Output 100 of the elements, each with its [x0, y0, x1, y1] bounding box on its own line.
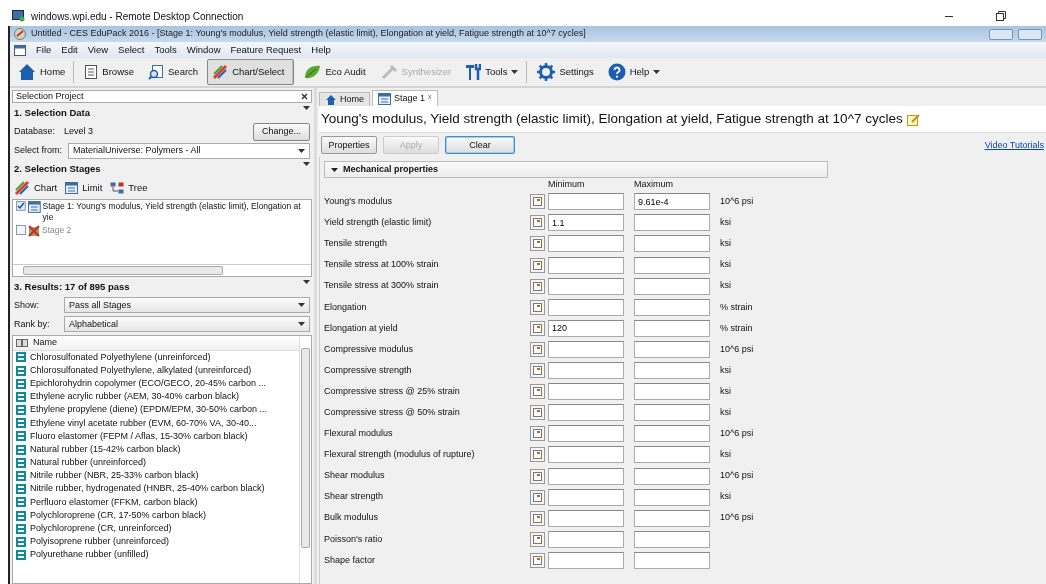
chart-picker-button[interactable]: [530, 489, 545, 505]
minimum-field[interactable]: 1.1: [548, 214, 624, 232]
minimize-button[interactable]: [989, 28, 1013, 40]
maximum-field[interactable]: [634, 340, 710, 358]
chart-picker-button[interactable]: [530, 299, 545, 315]
result-item[interactable]: Chlorosulfonated Polyethylene, alkylated (unreinforced): [30, 363, 252, 378]
menu-item[interactable]: Tools: [154, 42, 177, 58]
maximum-field[interactable]: [634, 509, 710, 527]
horizontal-scrollbar[interactable]: [13, 263, 311, 276]
chart-picker-button[interactable]: [530, 194, 545, 210]
minimum-field[interactable]: [548, 235, 624, 253]
minimum-field[interactable]: [548, 362, 624, 380]
result-item[interactable]: Ethylene acrylic rubber (AEM, 30-40% carbon black): [30, 390, 240, 404]
minimum-field[interactable]: [548, 298, 624, 316]
maximum-field[interactable]: 9.61e-4: [634, 193, 710, 211]
chart-picker-button[interactable]: [530, 552, 545, 568]
minimum-field[interactable]: [548, 404, 624, 422]
result-item[interactable]: Ethylene vinyl acetate rubber (EVM, 60-70% VA, 30-40...: [30, 416, 257, 431]
minimum-field[interactable]: [548, 467, 624, 485]
minimum-field[interactable]: [548, 425, 624, 443]
dropdown[interactable]: Pass all Stages: [64, 297, 310, 314]
chart-picker-button[interactable]: [530, 510, 545, 526]
change-button[interactable]: Change...: [252, 123, 310, 141]
result-item[interactable]: Chlorosulfonated Polyethylene (unreinforced): [30, 350, 211, 365]
chart-picker-button[interactable]: [530, 278, 545, 294]
restore-button[interactable]: [1018, 28, 1042, 40]
minimum-field[interactable]: [548, 340, 624, 358]
maximum-field[interactable]: [634, 277, 710, 295]
minimum-field[interactable]: [548, 530, 624, 548]
chart-picker-button[interactable]: [530, 531, 545, 547]
minimum-field[interactable]: [548, 277, 624, 295]
section-header[interactable]: Mechanical properties: [324, 161, 828, 179]
chart-picker-button[interactable]: [530, 363, 545, 379]
result-item[interactable]: Natural rubber (15-42% carbon black): [30, 442, 181, 457]
chart-picker-button[interactable]: [530, 447, 545, 463]
toolbar-button[interactable]: Search: [143, 59, 204, 85]
chart-picker-button[interactable]: [530, 341, 545, 357]
maximum-field[interactable]: [634, 256, 710, 274]
result-item[interactable]: Fluoro elastomer (FEPM / Aflas, 15-30% carbon black): [30, 429, 248, 444]
toolbar-button[interactable]: Eco Audit: [298, 59, 371, 85]
menu-item[interactable]: View: [87, 42, 109, 58]
tab[interactable]: Home: [319, 92, 370, 106]
minimum-field[interactable]: [548, 551, 624, 569]
vertical-scrollbar[interactable]: [299, 335, 311, 583]
maximum-field[interactable]: [634, 467, 710, 485]
maximum-field[interactable]: [634, 446, 710, 464]
maximum-field[interactable]: [634, 235, 710, 253]
maximum-field[interactable]: [634, 383, 710, 401]
maximum-field[interactable]: [634, 362, 710, 380]
result-item[interactable]: Polychloroprene (CR, 17-50% carbon black): [30, 508, 207, 523]
toolbar-button[interactable]: Browse: [79, 59, 140, 85]
chart-picker-button[interactable]: [530, 468, 545, 484]
action-button[interactable]: Clear: [445, 136, 515, 155]
chart-picker-button[interactable]: [530, 236, 545, 252]
result-item[interactable]: Epichlorohydrin copolymer (ECO/GECO, 20-45% carbon ...: [30, 376, 267, 391]
maximum-field[interactable]: [634, 551, 710, 569]
toolbar-button[interactable]: Help: [602, 59, 666, 85]
menu-item[interactable]: File: [36, 42, 52, 58]
toolbar-button[interactable]: Settings: [532, 59, 599, 85]
menu-item[interactable]: Select: [118, 42, 145, 58]
chart-picker-button[interactable]: [530, 405, 545, 421]
action-button[interactable]: Properties: [321, 136, 377, 155]
minimum-field[interactable]: [548, 383, 624, 401]
minimum-field[interactable]: [548, 509, 624, 527]
result-item[interactable]: Nitrile rubber (NBR, 25-33% carbon black): [30, 469, 199, 483]
chart-picker-button[interactable]: [530, 320, 545, 336]
stage-tool-button[interactable]: Tree: [110, 180, 148, 196]
stage-tool-button[interactable]: Chart: [14, 180, 58, 196]
result-item[interactable]: Nitrile rubber, hydrogenated (HNBR, 25-40% carbon black): [30, 482, 265, 496]
maximum-field[interactable]: [634, 530, 710, 548]
stage-item[interactable]: Stage 1: Young's modulus, Yield strength (elastic limit), Elongation at yie: [13, 199, 311, 224]
stage-tool-button[interactable]: Limit: [65, 180, 103, 196]
minimum-field[interactable]: [548, 193, 624, 211]
menu-item[interactable]: Help: [311, 42, 331, 58]
chart-picker-button[interactable]: [530, 215, 545, 231]
chart-picker-button[interactable]: [530, 384, 545, 400]
menu-item[interactable]: Window: [186, 42, 221, 58]
toolbar-button[interactable]: Chart/Select: [207, 59, 295, 85]
menu-item[interactable]: Edit: [61, 42, 78, 58]
video-tutorials-link[interactable]: Video Tutorials: [984, 138, 1044, 152]
result-item[interactable]: Natural rubber (unreinforced): [30, 456, 147, 470]
maximum-field[interactable]: [634, 214, 710, 232]
minimum-field[interactable]: [548, 488, 624, 506]
dropdown[interactable]: Alphabetical: [64, 316, 310, 333]
result-item[interactable]: Polyisoprene rubber (unreinforced): [30, 535, 170, 549]
menu-item[interactable]: Feature Request: [230, 42, 302, 58]
chart-picker-button[interactable]: [530, 426, 545, 442]
result-item[interactable]: Perfluoro elastomer (FFKM, carbon black): [30, 495, 198, 510]
maximum-field[interactable]: [634, 425, 710, 443]
chart-picker-button[interactable]: [530, 257, 545, 273]
dropdown[interactable]: MaterialUniverse: Polymers - All: [68, 142, 310, 159]
minimum-field[interactable]: [548, 446, 624, 464]
maximum-field[interactable]: [634, 298, 710, 316]
result-item[interactable]: Ethylene propylene (diene) (EPDM/EPM, 30-50% carbon ...: [30, 403, 268, 417]
maximum-field[interactable]: [634, 319, 710, 337]
result-item[interactable]: Polyurethane rubber (unfilled): [30, 548, 149, 562]
maximum-field[interactable]: [634, 488, 710, 506]
maximum-field[interactable]: [634, 404, 710, 422]
minimum-field[interactable]: [548, 256, 624, 274]
minimum-field[interactable]: 120: [548, 319, 624, 337]
